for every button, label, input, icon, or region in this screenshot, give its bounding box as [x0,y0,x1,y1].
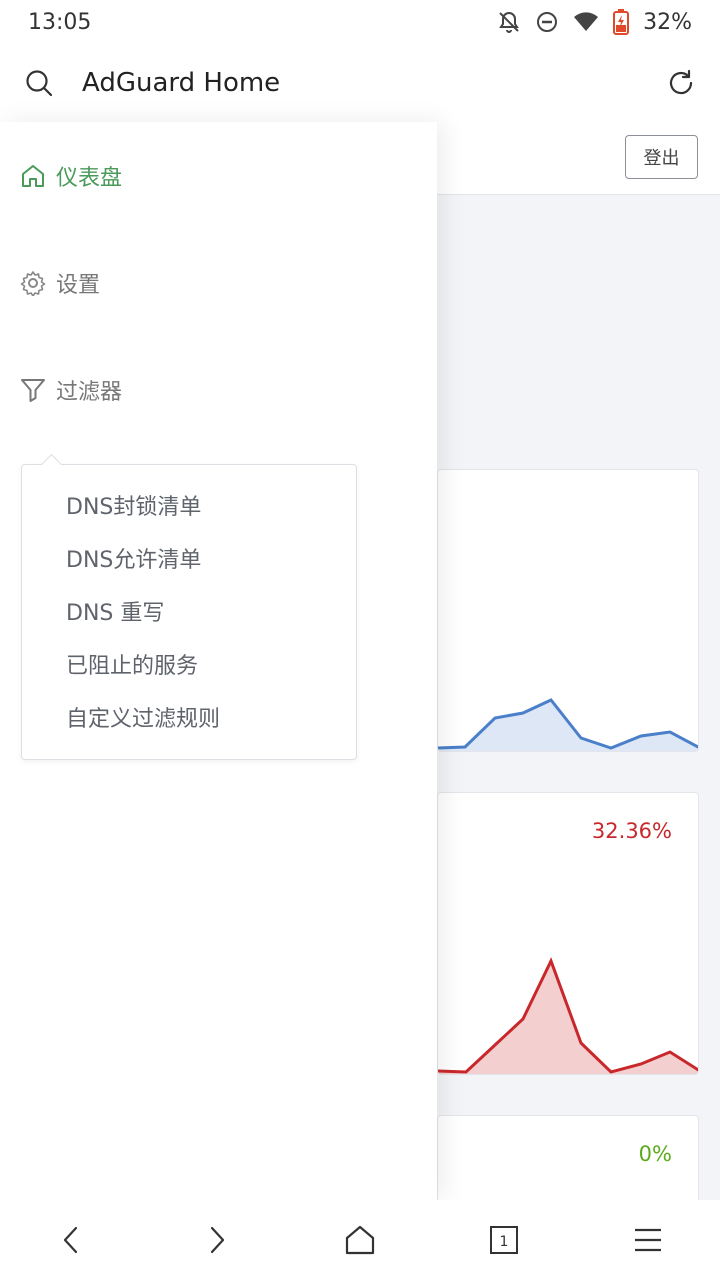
battery-percent: 32% [643,9,692,35]
menu-item-dns-blocklists[interactable]: DNS封锁清单 [66,489,201,521]
logout-button[interactable]: 登出 [625,135,698,179]
back-icon [63,1226,78,1254]
app-title: AdGuard Home [82,68,281,98]
menu-button[interactable] [608,1200,688,1280]
tabs-icon: 1 [490,1226,518,1254]
menu-item-custom-rules[interactable]: 自定义过滤规则 [66,701,220,733]
wifi-icon [574,12,599,31]
back-button[interactable] [32,1200,112,1280]
third-percent: 0% [638,1142,672,1166]
search-icon[interactable] [24,68,54,98]
nav-item-label: 仪表盘 [56,166,123,191]
stats-card-queries [437,469,699,752]
app-bar: AdGuard Home [0,44,720,122]
status-icons: 32% [497,9,692,35]
blocked-sparkline [438,957,698,1074]
nav-item-label: 设置 [56,273,101,298]
filter-icon [21,379,45,402]
menu-icon [635,1228,661,1252]
nav-item-label: 过滤器 [56,380,123,405]
stats-card-third: 0% [437,1115,699,1200]
do-not-disturb-icon [537,12,558,32]
battery-icon [613,9,630,35]
nav-item-dashboard[interactable]: 仪表盘 [20,160,122,192]
forward-icon [210,1226,225,1254]
dashboard-content: 登出 32.36% 0% [437,122,720,1200]
notifications-off-icon [499,11,519,33]
nav-item-filters[interactable]: 过滤器 [20,374,122,406]
refresh-icon[interactable] [666,68,696,98]
nav-item-settings[interactable]: 设置 [20,267,100,299]
filters-dropdown-menu: DNS封锁清单 DNS允许清单 DNS 重写 已阻止的服务 自定义过滤规则 [21,464,357,760]
menu-item-dns-allowlists[interactable]: DNS允许清单 [66,542,201,574]
navigation-drawer: 仪表盘 设置 过滤器 DNS封锁清单 DNS允许清单 DNS 重写 已阻止的服务… [0,122,437,1200]
status-time: 13:05 [28,9,92,35]
menu-item-dns-rewrites[interactable]: DNS 重写 [66,595,164,627]
gear-icon [20,271,46,296]
forward-button[interactable] [176,1200,256,1280]
home-button[interactable] [320,1200,400,1280]
stats-card-blocked: 32.36% [437,792,699,1075]
tab-count: 1 [500,1234,509,1250]
home-icon [22,165,44,187]
menu-item-blocked-services[interactable]: 已阻止的服务 [66,648,198,680]
status-bar: 13:05 32% [0,0,720,44]
tabs-button[interactable]: 1 [464,1200,544,1280]
dashboard-header: 登出 [437,122,720,195]
home-icon [345,1225,375,1255]
queries-sparkline [438,698,698,751]
browser-bottom-bar: 1 [0,1200,720,1280]
